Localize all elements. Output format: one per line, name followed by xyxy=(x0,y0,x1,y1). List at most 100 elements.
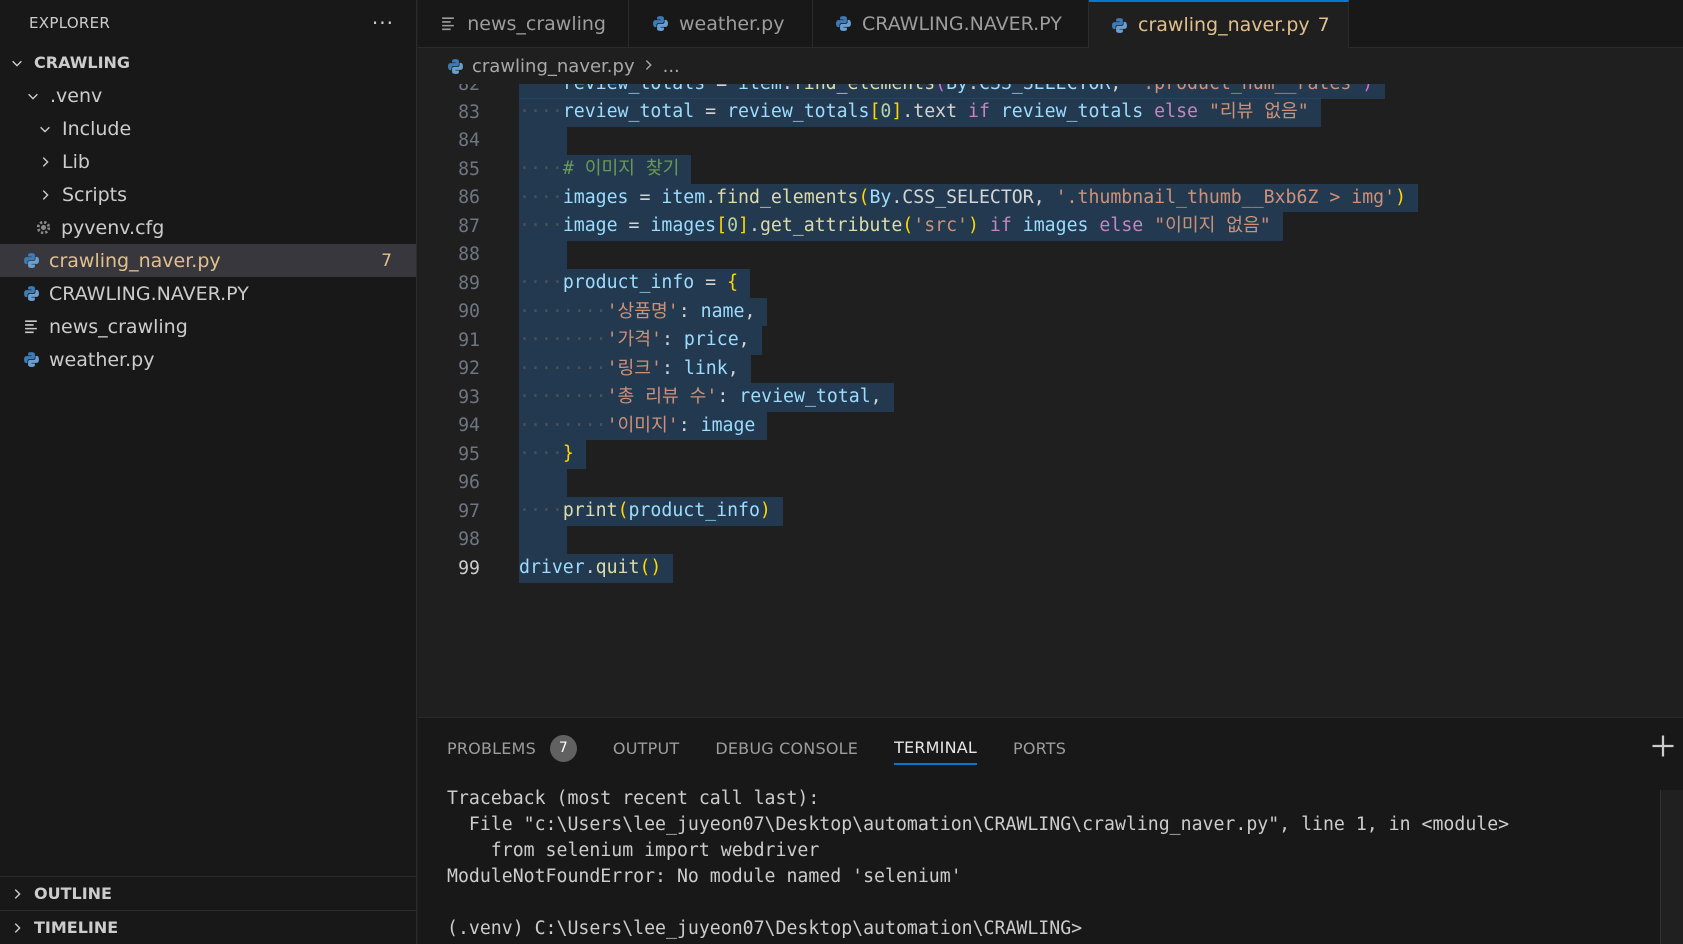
python-icon xyxy=(22,252,40,269)
code-content: driver.quit() xyxy=(519,554,674,583)
file-label: CRAWLING.NAVER.PY xyxy=(49,282,249,305)
line-number: 91 xyxy=(458,329,480,351)
sidebar-bottom-sections: OUTLINE TIMELINE xyxy=(0,876,416,944)
line-number: 95 xyxy=(458,443,480,465)
tab-label: TERMINAL xyxy=(894,737,978,757)
line-number: 94 xyxy=(458,415,480,437)
line-number: 90 xyxy=(458,301,480,323)
tab-crawling-naver-py[interactable]: crawling_naver.py 7 xyxy=(1089,0,1349,48)
tab-news-crawling[interactable]: news_crawling xyxy=(418,0,629,47)
file-crawling-naver-py-upper[interactable]: CRAWLING.NAVER.PY xyxy=(0,277,416,310)
code-line: 93 ········'총 리뷰 수': review_total, xyxy=(418,383,1683,412)
folder-label: .venv xyxy=(50,84,103,107)
tab-label: crawling_naver.py xyxy=(1138,14,1310,36)
code-content: ····image = images[0].get_attribute('src… xyxy=(519,212,1283,241)
tab-label: PROBLEMS xyxy=(447,738,536,758)
tab-weather-py[interactable]: weather.py xyxy=(629,0,813,47)
breadcrumb-more[interactable]: ... xyxy=(663,56,680,77)
python-icon xyxy=(651,15,669,32)
text-file-icon xyxy=(22,318,40,335)
code-line: 96 xyxy=(418,468,1683,497)
tab-output[interactable]: OUTPUT xyxy=(613,731,679,765)
code-content: ········'상품명': name, xyxy=(519,297,768,326)
file-label: pyvenv.cfg xyxy=(61,216,165,239)
folder-lib[interactable]: Lib xyxy=(0,145,416,178)
line-number: 96 xyxy=(458,472,480,494)
problem-count-badge: 7 xyxy=(381,250,392,271)
current-line-number: 99 xyxy=(458,557,480,579)
python-icon xyxy=(446,58,464,75)
code-content: ········'총 리뷰 수': review_total, xyxy=(519,383,894,412)
timeline-section[interactable]: TIMELINE xyxy=(0,910,416,944)
code-content xyxy=(519,126,567,155)
code-content: ····} xyxy=(519,440,586,469)
new-terminal-plus-icon[interactable] xyxy=(1651,734,1675,758)
folder-scripts[interactable]: Scripts xyxy=(0,178,416,211)
terminal-line: Traceback (most recent call last): xyxy=(447,788,820,809)
line-number: 87 xyxy=(458,215,480,237)
code-line: 89 ····product_info = { xyxy=(418,269,1683,298)
line-number: 84 xyxy=(458,130,480,152)
tab-problems[interactable]: PROBLEMS 7 xyxy=(447,731,577,765)
folder-venv[interactable]: .venv xyxy=(0,79,416,112)
terminal-prompt: (.venv) C:\Users\lee_juyeon07\Desktop\au… xyxy=(447,918,1083,939)
terminal-output[interactable]: Traceback (most recent call last): File … xyxy=(418,778,1683,942)
file-pyvenv-cfg[interactable]: pyvenv.cfg xyxy=(0,211,416,244)
folder-crawling[interactable]: CRAWLING xyxy=(0,46,416,79)
bottom-panel: PROBLEMS 7 OUTPUT DEBUG CONSOLE TERMINAL… xyxy=(418,717,1683,944)
terminal-scrollbar[interactable] xyxy=(1660,790,1683,944)
chevron-right-icon xyxy=(36,188,54,202)
explorer-title: EXPLORER xyxy=(29,14,111,32)
explorer-sidebar: EXPLORER ··· CRAWLING .venv Include Lib … xyxy=(0,0,417,944)
code-content: ····review_total = review_totals[0].text… xyxy=(519,98,1321,127)
tab-ports[interactable]: PORTS xyxy=(1013,731,1066,765)
code-line: 86 ····images = item.find_elements(By.CS… xyxy=(418,183,1683,212)
chevron-right-icon xyxy=(643,56,655,77)
line-number: 82 xyxy=(458,84,480,95)
tab-label: PORTS xyxy=(1013,738,1067,758)
panel-tab-bar: PROBLEMS 7 OUTPUT DEBUG CONSOLE TERMINAL… xyxy=(418,718,1683,778)
line-number: 88 xyxy=(458,244,480,266)
python-icon xyxy=(22,351,40,368)
code-line: 82 ····review_totals = item.find_element… xyxy=(418,84,1683,99)
line-number: 98 xyxy=(458,529,480,551)
text-file-icon xyxy=(440,15,457,32)
outline-section[interactable]: OUTLINE xyxy=(0,876,416,910)
terminal-line: from selenium import webdriver xyxy=(447,840,820,861)
code-line: 94 ········'이미지': image xyxy=(418,411,1683,440)
code-line: 97 ····print(product_info) xyxy=(418,497,1683,526)
file-crawling-naver-py[interactable]: crawling_naver.py 7 xyxy=(0,244,416,277)
line-number: 93 xyxy=(458,386,480,408)
code-line: 99 driver.quit() xyxy=(418,554,1683,583)
line-number: 83 xyxy=(458,101,480,123)
line-number: 89 xyxy=(458,272,480,294)
editor-tab-bar: news_crawling weather.py CRAWLING.NAVER.… xyxy=(418,0,1683,48)
tab-label: DEBUG CONSOLE xyxy=(715,738,859,758)
code-content: ····print(product_info) xyxy=(519,497,783,526)
chevron-down-icon xyxy=(24,89,42,103)
code-content xyxy=(519,525,567,554)
outline-label: OUTLINE xyxy=(34,884,112,903)
python-icon xyxy=(835,15,852,32)
folder-label: CRAWLING xyxy=(34,53,131,72)
file-weather-py[interactable]: weather.py xyxy=(0,343,416,376)
tab-crawling-naver-py-upper[interactable]: CRAWLING.NAVER.PY xyxy=(813,0,1089,47)
python-icon xyxy=(22,285,40,302)
tab-label: CRAWLING.NAVER.PY xyxy=(862,12,1062,35)
more-actions-icon[interactable]: ··· xyxy=(372,11,394,35)
chevron-down-icon xyxy=(36,122,54,136)
code-line: 90 ········'상품명': name, xyxy=(418,297,1683,326)
code-content: ········'이미지': image xyxy=(519,411,768,440)
gear-icon xyxy=(34,219,52,236)
code-content: ····images = item.find_elements(By.CSS_S… xyxy=(519,183,1419,212)
code-line: 87 ····image = images[0].get_attribute('… xyxy=(418,212,1683,241)
breadcrumb-file[interactable]: crawling_naver.py xyxy=(472,56,635,77)
file-news-crawling[interactable]: news_crawling xyxy=(0,310,416,343)
tab-debug-console[interactable]: DEBUG CONSOLE xyxy=(715,731,858,765)
tab-label: OUTPUT xyxy=(612,738,680,758)
code-content: ········'링크': link, xyxy=(519,354,751,383)
folder-include[interactable]: Include xyxy=(0,112,416,145)
code-line: 95 ····} xyxy=(418,440,1683,469)
tab-terminal[interactable]: TERMINAL xyxy=(894,731,978,765)
code-editor[interactable]: 82 ····review_totals = item.find_element… xyxy=(418,84,1683,716)
